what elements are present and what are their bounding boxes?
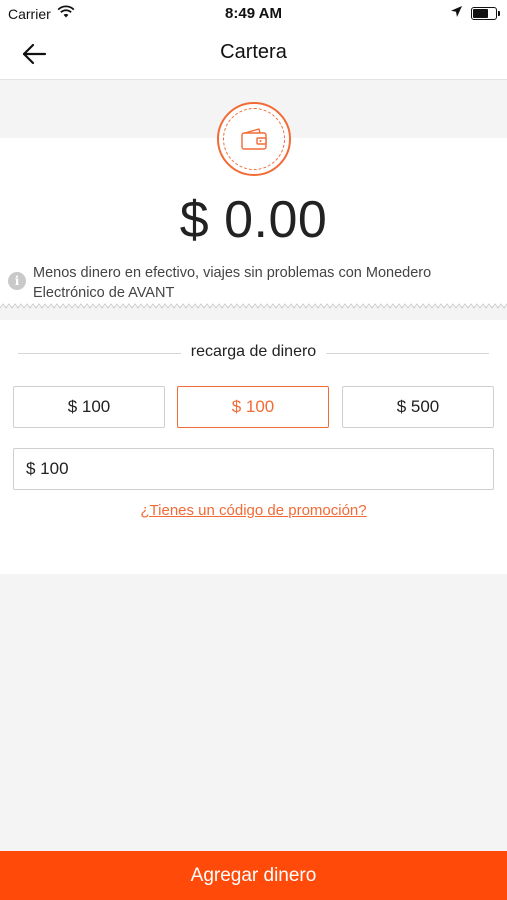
amount-option-3[interactable]: $ 500 bbox=[342, 386, 494, 428]
location-arrow-icon bbox=[450, 5, 463, 21]
amount-option-2[interactable]: $ 100 bbox=[177, 386, 329, 428]
page-title: Cartera bbox=[220, 41, 287, 63]
nav-bar: Cartera bbox=[0, 28, 507, 80]
balance-amount: $ 0.00 bbox=[179, 191, 328, 249]
info-icon: i bbox=[8, 272, 26, 290]
zigzag-divider bbox=[0, 303, 507, 309]
status-right bbox=[450, 5, 500, 21]
topup-section: recarga de dinero $ 100 $ 100 $ 500 ¿Tie… bbox=[0, 320, 507, 574]
battery-icon bbox=[471, 6, 500, 20]
wallet-icon bbox=[241, 128, 267, 150]
info-text: Menos dinero en efectivo, viajes sin pro… bbox=[33, 265, 432, 301]
promo-code-link[interactable]: ¿Tienes un código de promoción? bbox=[0, 502, 507, 519]
wallet-badge bbox=[217, 102, 291, 176]
amount-input[interactable] bbox=[13, 448, 494, 490]
add-money-button[interactable]: Agregar dinero bbox=[0, 851, 507, 900]
status-bar: Carrier 8:49 AM bbox=[0, 0, 507, 28]
wallet-screen: Carrier 8:49 AM Cartera $ 0.00 i Menos d… bbox=[0, 0, 507, 900]
status-time: 8:49 AM bbox=[225, 5, 282, 22]
info-banner: i Menos dinero en efectivo, viajes sin p… bbox=[0, 258, 507, 306]
section-title-wrap: recarga de dinero bbox=[0, 343, 507, 361]
amount-option-1[interactable]: $ 100 bbox=[13, 386, 165, 428]
section-title: recarga de dinero bbox=[180, 343, 327, 360]
